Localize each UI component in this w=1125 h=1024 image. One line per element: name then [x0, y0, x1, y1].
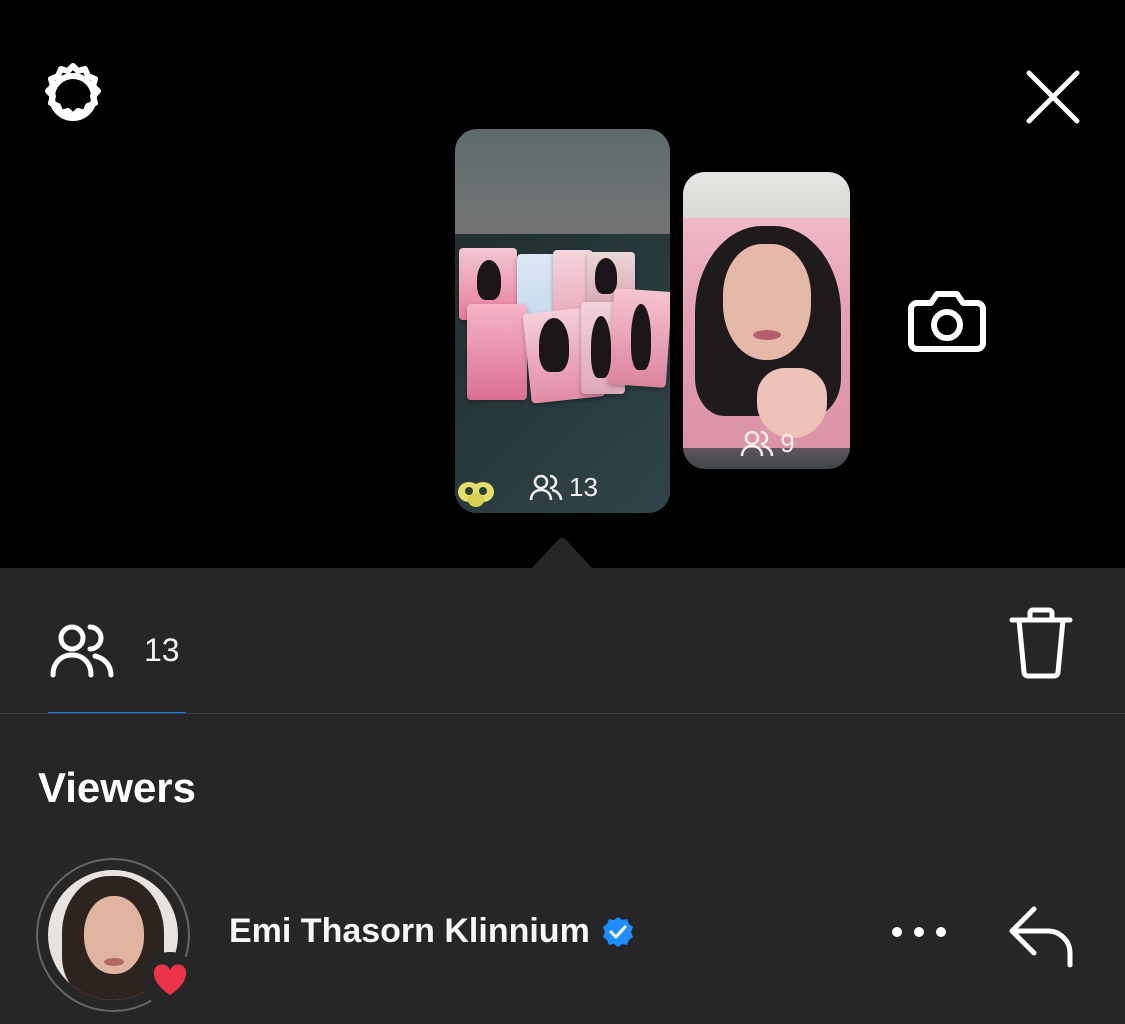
settings-button[interactable] [36, 60, 110, 134]
avatar-ring[interactable] [36, 858, 198, 1012]
story-viewer-count: 13 [455, 472, 670, 503]
story-viewer-top: 13 9 [0, 0, 1125, 570]
people-icon [529, 474, 563, 500]
avatar-lips [104, 958, 124, 966]
viewer-name: Emi Thasorn Klinnium [229, 912, 590, 950]
story-viewer-count: 9 [683, 428, 850, 459]
reaction-badge-inner [146, 956, 194, 1004]
close-button[interactable] [1016, 60, 1090, 134]
story-thumbnail-selected[interactable]: 13 [455, 129, 670, 513]
close-icon [1026, 70, 1080, 124]
viewer-name-row[interactable]: Emi Thasorn Klinnium [229, 912, 634, 951]
photo-figure [539, 318, 569, 372]
trash-icon [1009, 607, 1073, 679]
story-portrait-photo [683, 218, 850, 448]
reply-icon [1009, 906, 1073, 968]
gear-icon [45, 63, 101, 121]
portrait-face [723, 244, 811, 360]
more-icon [892, 927, 946, 937]
photo-figure [477, 260, 501, 300]
story-thumbnail[interactable]: 9 [683, 172, 850, 469]
reply-button[interactable] [1002, 898, 1082, 974]
panel-divider [0, 713, 1125, 714]
photo-card [467, 304, 527, 400]
verified-badge-icon [602, 916, 633, 947]
heart-icon [153, 964, 187, 995]
viewers-tab-content: 13 [48, 610, 186, 682]
portrait-lips [753, 330, 781, 340]
more-options-button[interactable] [888, 916, 950, 948]
viewers-tab-count: 13 [144, 631, 180, 668]
viewer-list-item[interactable]: Emi Thasorn Klinnium [36, 858, 1096, 1018]
photo-figure [595, 258, 617, 294]
camera-button[interactable] [902, 280, 992, 360]
photo-figure [591, 316, 611, 378]
delete-story-button[interactable] [1008, 606, 1074, 680]
reaction-badge [142, 952, 198, 1008]
people-icon [740, 430, 774, 456]
selected-story-pointer-icon [530, 538, 594, 570]
people-icon [50, 624, 114, 678]
viewers-tab[interactable]: 13 [48, 610, 186, 714]
viewer-panel: 13 Viewers Emi Thasorn Klinnium [0, 568, 1125, 1024]
story-viewer-count-text: 13 [569, 472, 598, 502]
story-viewer-count-text: 9 [780, 428, 795, 458]
camera-icon [908, 291, 986, 352]
photo-figure [631, 304, 651, 370]
section-title: Viewers [38, 764, 197, 811]
